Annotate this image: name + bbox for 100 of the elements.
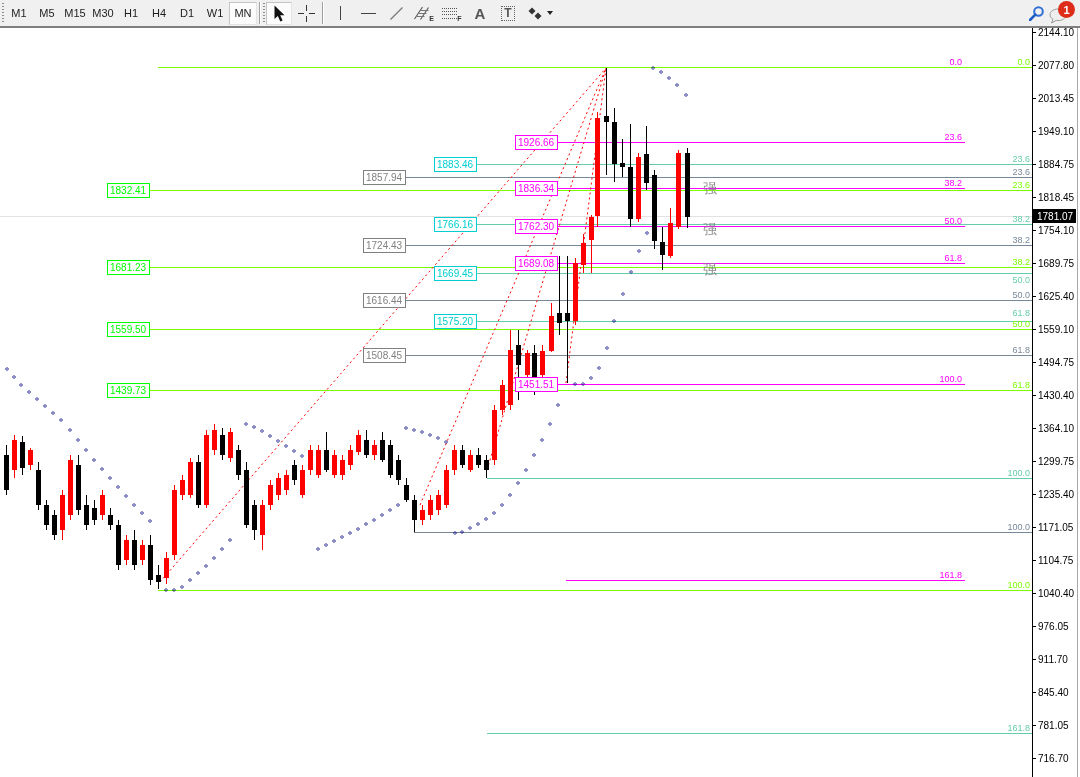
candlestick: [549, 303, 554, 352]
price-label: 1766.16: [434, 217, 477, 232]
candlestick: [28, 448, 33, 470]
axis-price-label: 976.05: [1038, 621, 1069, 632]
candlestick: [644, 126, 649, 190]
price-label: 1575.20: [434, 314, 477, 329]
text-tool-button[interactable]: A: [466, 1, 494, 25]
axis-price-label: 1235.40: [1038, 489, 1075, 500]
price-label: 1836.34: [515, 181, 558, 196]
timeframe-button[interactable]: M1: [5, 1, 33, 25]
axis-price-label: 2077.80: [1038, 60, 1075, 71]
fib-level-label: 100.0: [1007, 522, 1030, 532]
axis-price-label: 1364.10: [1038, 423, 1075, 434]
fib-level-label: 38.2: [1012, 257, 1030, 267]
horizontal-line-icon: [360, 12, 376, 14]
candlestick: [540, 345, 545, 380]
fib-level-label: 0.0: [1017, 57, 1030, 67]
axis-price-label: 1040.40: [1038, 588, 1075, 599]
fib-level-label: 23.6: [1012, 167, 1030, 177]
candlestick: [484, 455, 489, 478]
price-label: 1883.46: [434, 157, 477, 172]
axis-price-label: 911.70: [1038, 654, 1068, 665]
candlestick: [444, 465, 449, 508]
candlestick: [476, 448, 481, 468]
candlestick: [460, 445, 465, 468]
fib-level-label: 23.6: [1012, 154, 1030, 164]
price-label: 1857.94: [363, 170, 406, 185]
pointer-icon: [273, 4, 285, 22]
fib-level-label: 0.0: [949, 57, 962, 67]
timeframe-button[interactable]: MN: [229, 1, 257, 25]
candlestick: [196, 455, 201, 508]
candlestick: [324, 432, 329, 472]
candlestick: [573, 258, 578, 325]
fib-level-label: 38.2: [1012, 214, 1030, 224]
price-label: 1508.45: [363, 348, 406, 363]
candlestick: [620, 139, 625, 177]
fib-level-label: 61.8: [1012, 345, 1030, 355]
axis-price-label: 1104.75: [1038, 555, 1074, 566]
candlestick: [188, 458, 193, 498]
fib-level-label: 50.0: [1012, 290, 1030, 300]
fib-level-label: 38.2: [1012, 235, 1030, 245]
fib-level-label: 61.8: [1012, 380, 1030, 390]
candlestick: [156, 565, 161, 589]
axis-price-label: 1171.05: [1038, 522, 1074, 533]
axis-price-label: 845.40: [1038, 687, 1069, 698]
vertical-line-icon: [339, 6, 341, 20]
price-label: 1451.51: [515, 377, 558, 392]
timeframe-button[interactable]: M30: [89, 1, 117, 25]
timeframe-button[interactable]: H1: [117, 1, 145, 25]
timeframe-button[interactable]: H4: [145, 1, 173, 25]
hatched-lines-icon: [414, 6, 431, 20]
candlestick: [412, 495, 417, 532]
timeframe-button[interactable]: D1: [173, 1, 201, 25]
candlestick: [332, 450, 337, 478]
fib-level-label: 100.0: [939, 374, 962, 384]
timeframe-button[interactable]: M5: [33, 1, 61, 25]
candlestick: [581, 234, 586, 273]
candlestick: [316, 445, 321, 478]
fib-level-label: 100.0: [1007, 580, 1030, 590]
axis-price-label: 781.05: [1038, 720, 1069, 731]
candlestick: [244, 462, 249, 528]
diagonal-line-icon: [389, 6, 403, 20]
candlestick: [668, 208, 673, 258]
search-icon: [1028, 5, 1044, 21]
timeframe-button[interactable]: W1: [201, 1, 229, 25]
axis-price-label: 1884.75: [1038, 159, 1075, 170]
text-label-tool-button[interactable]: T: [494, 1, 522, 25]
dotted-lines-icon: [442, 7, 459, 19]
price-label: 1926.66: [515, 135, 558, 150]
notification-badge: 1: [1058, 1, 1075, 18]
axis-price-label: 1430.40: [1038, 390, 1075, 401]
candlestick: [660, 227, 665, 270]
candlestick: [468, 450, 473, 472]
fib-level-label: 100.0: [1007, 468, 1030, 478]
candlestick: [636, 153, 641, 222]
axis-price-label: 1625.40: [1038, 291, 1075, 302]
fib-level-label: 50.0: [1012, 275, 1030, 285]
fib-level-label: 50.0: [944, 216, 962, 226]
axis-price-label: 1494.75: [1038, 357, 1075, 368]
axis-price-label: 716.70: [1038, 753, 1069, 764]
candlestick: [300, 465, 305, 498]
axis-price-label: 1689.75: [1038, 258, 1075, 269]
timeframe-button[interactable]: M15: [61, 1, 89, 25]
axis-price-label: 1754.10: [1038, 225, 1075, 236]
fib-level-label: 38.2: [944, 178, 962, 188]
shapes-icon: [527, 6, 542, 20]
caret-icon: [546, 11, 553, 15]
axis-price-label: 1818.45: [1038, 192, 1075, 203]
candlestick: [404, 478, 409, 502]
price-label: 1559.50: [107, 322, 150, 337]
fib-level-label: 23.6: [1012, 180, 1030, 190]
price-label: 1439.73: [107, 383, 150, 398]
price-label: 1669.45: [434, 266, 477, 281]
price-label: 1681.23: [107, 260, 150, 275]
candlestick: [356, 430, 361, 455]
fib-level-label: 50.0: [1012, 319, 1030, 329]
axis-price-label: 2013.45: [1038, 93, 1075, 104]
pointer-tool-button[interactable]: [266, 1, 292, 25]
current-price-label: 1781.07: [1033, 209, 1076, 223]
fib-level-label: 161.8: [939, 570, 962, 580]
